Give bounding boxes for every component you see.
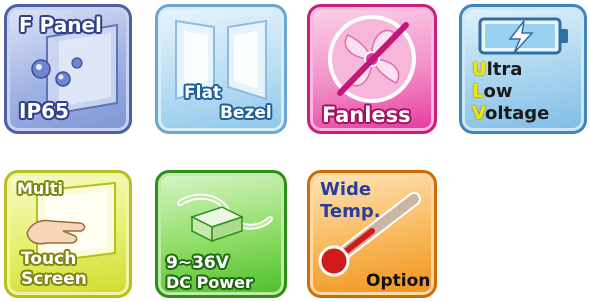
ulv-line-low: Low: [472, 83, 512, 101]
badge-line1: Multi: [17, 179, 63, 198]
dc-power-badge: 9~36V DC Power: [155, 170, 287, 298]
ulv-line-voltage: Voltage: [472, 105, 549, 123]
wide-temp-option-badge: Wide Temp. Option: [307, 170, 437, 298]
fanless-badge: Fanless: [307, 4, 437, 134]
badge-line2: Temp.: [320, 201, 381, 222]
badge-title: F Panel: [19, 13, 102, 37]
badge-line1: Flat: [184, 83, 222, 103]
ulv-initial-u: U: [472, 59, 487, 80]
badge-line2: Bezel: [220, 103, 272, 123]
ultra-low-voltage-badge: Ultra Low Voltage: [459, 4, 587, 134]
badge-label: Fanless: [322, 103, 411, 127]
ulv-rest-ultra: ltra: [486, 59, 523, 80]
ulv-rest-voltage: oltage: [484, 103, 550, 124]
multi-touch-screen-badge: Multi Touch Screen: [4, 170, 132, 298]
ulv-rest-low: ow: [483, 81, 513, 102]
badge-line3: Screen: [21, 269, 87, 289]
badge-option: Option: [366, 271, 431, 291]
badge-line1: 9~36V: [166, 253, 229, 273]
ulv-line-ultra: Ultra: [472, 61, 522, 79]
ulv-initial-v: V: [472, 103, 485, 124]
badge-line2: Touch: [21, 249, 77, 269]
ulv-initial-l: L: [472, 81, 484, 102]
badge-subtitle: IP65: [19, 99, 69, 123]
f-panel-ip65-badge: F Panel IP65: [4, 4, 132, 134]
badge-line1: Wide: [320, 179, 372, 200]
flat-bezel-badge: Flat Bezel: [155, 4, 287, 134]
badge-line2: DC Power: [166, 273, 253, 292]
